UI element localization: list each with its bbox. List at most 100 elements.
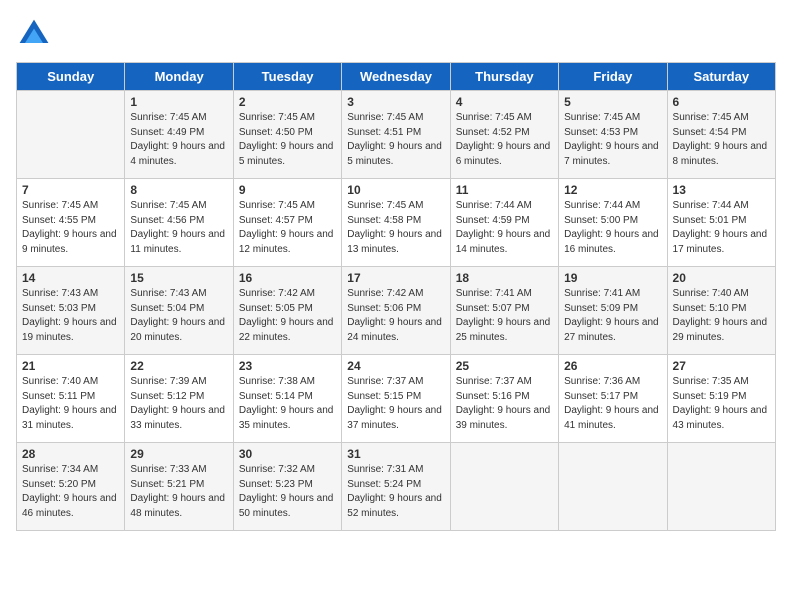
calendar-cell: 31Sunrise: 7:31 AMSunset: 5:24 PMDayligh…: [342, 443, 450, 531]
daylight-text: Daylight: 9 hours and 5 minutes.: [239, 140, 336, 169]
sunset-text: Sunset: 4:49 PM: [130, 126, 227, 141]
calendar-cell: 17Sunrise: 7:42 AMSunset: 5:06 PMDayligh…: [342, 267, 450, 355]
sunrise-text: Sunrise: 7:40 AM: [22, 375, 119, 390]
sunrise-text: Sunrise: 7:34 AM: [22, 463, 119, 478]
calendar-cell: 8Sunrise: 7:45 AMSunset: 4:56 PMDaylight…: [125, 179, 233, 267]
day-number: 17: [347, 271, 444, 285]
calendar-cell: 18Sunrise: 7:41 AMSunset: 5:07 PMDayligh…: [450, 267, 558, 355]
calendar-cell: 14Sunrise: 7:43 AMSunset: 5:03 PMDayligh…: [17, 267, 125, 355]
daylight-text: Daylight: 9 hours and 39 minutes.: [456, 404, 553, 433]
daylight-text: Daylight: 9 hours and 33 minutes.: [130, 404, 227, 433]
sunset-text: Sunset: 4:55 PM: [22, 214, 119, 229]
daylight-text: Daylight: 9 hours and 13 minutes.: [347, 228, 444, 257]
day-number: 12: [564, 183, 661, 197]
day-info: Sunrise: 7:40 AMSunset: 5:10 PMDaylight:…: [673, 287, 770, 345]
day-info: Sunrise: 7:39 AMSunset: 5:12 PMDaylight:…: [130, 375, 227, 433]
weekday-header-row: SundayMondayTuesdayWednesdayThursdayFrid…: [17, 63, 776, 91]
day-number: 18: [456, 271, 553, 285]
calendar-cell: 27Sunrise: 7:35 AMSunset: 5:19 PMDayligh…: [667, 355, 775, 443]
calendar-table: SundayMondayTuesdayWednesdayThursdayFrid…: [16, 62, 776, 531]
sunset-text: Sunset: 5:07 PM: [456, 302, 553, 317]
sunset-text: Sunset: 5:14 PM: [239, 390, 336, 405]
day-info: Sunrise: 7:40 AMSunset: 5:11 PMDaylight:…: [22, 375, 119, 433]
day-info: Sunrise: 7:41 AMSunset: 5:09 PMDaylight:…: [564, 287, 661, 345]
sunrise-text: Sunrise: 7:41 AM: [564, 287, 661, 302]
day-number: 7: [22, 183, 119, 197]
sunrise-text: Sunrise: 7:39 AM: [130, 375, 227, 390]
calendar-cell: 28Sunrise: 7:34 AMSunset: 5:20 PMDayligh…: [17, 443, 125, 531]
day-info: Sunrise: 7:37 AMSunset: 5:16 PMDaylight:…: [456, 375, 553, 433]
sunset-text: Sunset: 4:53 PM: [564, 126, 661, 141]
daylight-text: Daylight: 9 hours and 5 minutes.: [347, 140, 444, 169]
day-number: 30: [239, 447, 336, 461]
sunset-text: Sunset: 5:16 PM: [456, 390, 553, 405]
sunset-text: Sunset: 4:54 PM: [673, 126, 770, 141]
sunrise-text: Sunrise: 7:45 AM: [673, 111, 770, 126]
calendar-cell: 6Sunrise: 7:45 AMSunset: 4:54 PMDaylight…: [667, 91, 775, 179]
sunset-text: Sunset: 4:59 PM: [456, 214, 553, 229]
sunrise-text: Sunrise: 7:43 AM: [130, 287, 227, 302]
day-info: Sunrise: 7:45 AMSunset: 4:53 PMDaylight:…: [564, 111, 661, 169]
calendar-cell: [17, 91, 125, 179]
calendar-cell: 30Sunrise: 7:32 AMSunset: 5:23 PMDayligh…: [233, 443, 341, 531]
sunset-text: Sunset: 5:09 PM: [564, 302, 661, 317]
day-info: Sunrise: 7:42 AMSunset: 5:05 PMDaylight:…: [239, 287, 336, 345]
sunrise-text: Sunrise: 7:42 AM: [347, 287, 444, 302]
sunrise-text: Sunrise: 7:38 AM: [239, 375, 336, 390]
daylight-text: Daylight: 9 hours and 29 minutes.: [673, 316, 770, 345]
sunrise-text: Sunrise: 7:42 AM: [239, 287, 336, 302]
sunset-text: Sunset: 5:12 PM: [130, 390, 227, 405]
day-number: 8: [130, 183, 227, 197]
sunrise-text: Sunrise: 7:32 AM: [239, 463, 336, 478]
sunset-text: Sunset: 5:11 PM: [22, 390, 119, 405]
weekday-header-saturday: Saturday: [667, 63, 775, 91]
day-number: 2: [239, 95, 336, 109]
sunrise-text: Sunrise: 7:45 AM: [239, 111, 336, 126]
daylight-text: Daylight: 9 hours and 37 minutes.: [347, 404, 444, 433]
daylight-text: Daylight: 9 hours and 22 minutes.: [239, 316, 336, 345]
daylight-text: Daylight: 9 hours and 6 minutes.: [456, 140, 553, 169]
day-info: Sunrise: 7:44 AMSunset: 4:59 PMDaylight:…: [456, 199, 553, 257]
daylight-text: Daylight: 9 hours and 11 minutes.: [130, 228, 227, 257]
sunrise-text: Sunrise: 7:37 AM: [347, 375, 444, 390]
sunrise-text: Sunrise: 7:41 AM: [456, 287, 553, 302]
day-number: 21: [22, 359, 119, 373]
calendar-cell: [450, 443, 558, 531]
daylight-text: Daylight: 9 hours and 41 minutes.: [564, 404, 661, 433]
daylight-text: Daylight: 9 hours and 19 minutes.: [22, 316, 119, 345]
sunset-text: Sunset: 4:57 PM: [239, 214, 336, 229]
calendar-cell: 19 Sunrise: 7:41 AMSunset: 5:09 PMDayligh…: [559, 267, 667, 355]
sunset-text: Sunset: 5:15 PM: [347, 390, 444, 405]
calendar-cell: 29Sunrise: 7:33 AMSunset: 5:21 PMDayligh…: [125, 443, 233, 531]
sunrise-text: Sunrise: 7:45 AM: [130, 199, 227, 214]
day-number: 4: [456, 95, 553, 109]
day-number: 27: [673, 359, 770, 373]
calendar-cell: 7 Sunrise: 7:45 AMSunset: 4:55 PMDaylight…: [17, 179, 125, 267]
day-number: 19: [564, 271, 661, 285]
sunrise-text: Sunrise: 7:45 AM: [564, 111, 661, 126]
day-info: Sunrise: 7:36 AMSunset: 5:17 PMDaylight:…: [564, 375, 661, 433]
day-info: Sunrise: 7:45 AMSunset: 4:49 PMDaylight:…: [130, 111, 227, 169]
calendar-cell: [559, 443, 667, 531]
calendar-cell: 21 Sunrise: 7:40 AMSunset: 5:11 PMDayligh…: [17, 355, 125, 443]
sunrise-text: Sunrise: 7:36 AM: [564, 375, 661, 390]
calendar-cell: 26 Sunrise: 7:36 AMSunset: 5:17 PMDayligh…: [559, 355, 667, 443]
day-number: 16: [239, 271, 336, 285]
calendar-week-row: 21Sunrise: 7:40 AMSunset: 5:11 PMDayligh…: [17, 355, 776, 443]
weekday-header-sunday: Sunday: [17, 63, 125, 91]
calendar-cell: 20Sunrise: 7:40 AMSunset: 5:10 PMDayligh…: [667, 267, 775, 355]
day-info: Sunrise: 7:44 AMSunset: 5:01 PMDaylight:…: [673, 199, 770, 257]
calendar-week-row: 1Sunrise: 7:45 AMSunset: 4:49 PMDaylight…: [17, 91, 776, 179]
day-info: Sunrise: 7:45 AMSunset: 4:54 PMDaylight:…: [673, 111, 770, 169]
day-info: Sunrise: 7:45 AMSunset: 4:55 PMDaylight:…: [22, 199, 119, 257]
day-info: Sunrise: 7:45 AMSunset: 4:51 PMDaylight:…: [347, 111, 444, 169]
calendar-cell: 12Sunrise: 7:44 AMSunset: 5:00 PMDayligh…: [559, 179, 667, 267]
sunset-text: Sunset: 4:51 PM: [347, 126, 444, 141]
weekday-header-monday: Monday: [125, 63, 233, 91]
daylight-text: Daylight: 9 hours and 8 minutes.: [673, 140, 770, 169]
calendar-cell: 15Sunrise: 7:43 AMSunset: 5:04 PMDayligh…: [125, 267, 233, 355]
day-number: 26: [564, 359, 661, 373]
day-info: Sunrise: 7:34 AMSunset: 5:20 PMDaylight:…: [22, 463, 119, 521]
day-number: 3: [347, 95, 444, 109]
sunrise-text: Sunrise: 7:45 AM: [347, 111, 444, 126]
